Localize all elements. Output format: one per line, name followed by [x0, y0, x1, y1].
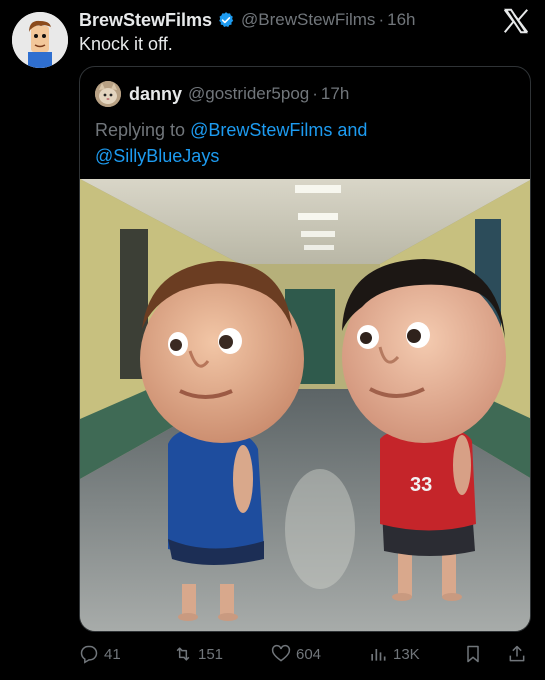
reply-count: 41	[104, 645, 121, 663]
x-logo-icon	[501, 6, 531, 36]
author-handle[interactable]: @BrewStewFilms	[241, 10, 375, 30]
bookmark-icon	[467, 645, 479, 663]
reply-icon	[80, 645, 98, 664]
quoted-author-handle[interactable]: @gostrider5pog	[188, 84, 309, 104]
quoted-image[interactable]: 33	[80, 179, 530, 631]
dot-separator: ·	[312, 84, 318, 103]
views-icon	[371, 649, 386, 661]
author-name[interactable]: BrewStewFilms	[79, 10, 212, 31]
dot-separator: ·	[378, 10, 385, 29]
share-button[interactable]	[507, 644, 532, 664]
quoted-author-name[interactable]: danny	[129, 84, 182, 105]
like-count: 604	[296, 645, 322, 663]
jersey-number: 33	[410, 474, 432, 496]
repost-count: 151	[198, 645, 224, 663]
replying-user-link[interactable]: @BrewStewFilms	[190, 120, 332, 140]
author-avatar[interactable]	[12, 12, 68, 68]
like-icon	[271, 644, 291, 662]
tweet-actions: 41 151 604 13K	[79, 640, 531, 670]
tweet-time[interactable]: 16h	[387, 10, 415, 30]
replying-prefix: Replying to	[95, 120, 186, 140]
verified-badge-icon	[217, 11, 235, 29]
like-button[interactable]: 604	[271, 644, 321, 664]
quoted-tweet[interactable]: danny @gostrider5pog · 17h Replying to @…	[79, 66, 531, 632]
views-button[interactable]: 13K	[368, 644, 420, 664]
repost-icon	[176, 647, 190, 661]
quoted-avatar[interactable]	[95, 81, 121, 107]
share-icon	[509, 645, 525, 662]
replying-and: and	[337, 120, 368, 140]
repost-button[interactable]: 151	[173, 644, 223, 664]
quoted-time[interactable]: 17h	[321, 84, 349, 104]
replying-to-line: Replying to @BrewStewFilms and @SillyBlu…	[95, 117, 515, 169]
quoted-header: danny @gostrider5pog · 17h	[95, 81, 349, 107]
reply-button[interactable]: 41	[79, 644, 121, 664]
replying-user-link[interactable]: @SillyBlueJays	[95, 146, 219, 166]
bookmark-button[interactable]	[463, 644, 488, 664]
views-count: 13K	[393, 645, 420, 663]
tweet-header: BrewStewFilms @BrewStewFilms · 16h	[79, 8, 525, 32]
tweet-text: Knock it off.	[79, 34, 173, 54]
